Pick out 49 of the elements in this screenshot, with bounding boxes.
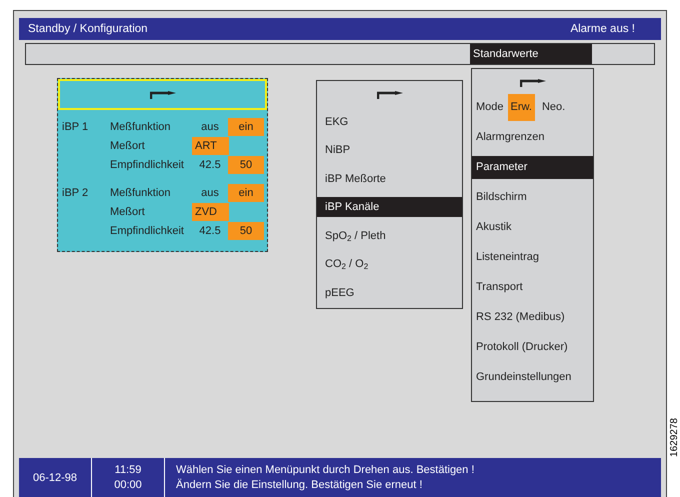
menu-item[interactable]: EKG xyxy=(317,112,462,132)
mode-option[interactable]: Erw. xyxy=(508,94,535,121)
menu-item[interactable]: Mode xyxy=(476,96,504,119)
setting-label: Meßort xyxy=(109,205,146,220)
return-arrow-icon xyxy=(376,91,402,99)
setting-option[interactable]: ein xyxy=(228,184,264,202)
menu-tab[interactable]: Standarwerte xyxy=(470,44,592,64)
setting-label: Meßfunktion xyxy=(109,120,172,135)
menu-item[interactable]: pEEG xyxy=(317,282,462,302)
status-time: 11:59 xyxy=(114,462,142,478)
setting-option[interactable]: 42.5 xyxy=(192,222,228,240)
menu-item[interactable]: iBP Kanäle xyxy=(317,197,462,217)
setting-label: Empfindlichkeit xyxy=(109,158,185,173)
setting-label: Empfindlichkeit xyxy=(109,224,185,239)
menu-item[interactable]: Parameter xyxy=(472,156,593,179)
return-arrow-icon xyxy=(520,79,546,87)
figure-number: 1629278 xyxy=(669,418,680,457)
setting-label: Meßfunktion xyxy=(109,186,172,201)
menu-item[interactable]: SpO$_{2}$ / Pleth xyxy=(317,226,462,246)
setting-option[interactable]: 42.5 xyxy=(192,156,228,174)
menu-item[interactable]: Alarmgrenzen xyxy=(472,126,593,149)
setting-option[interactable]: ART xyxy=(192,137,229,155)
menu-item[interactable]: NiBP xyxy=(317,140,462,160)
alarm-status: Alarme aus ! xyxy=(570,23,635,35)
channel-label: iBP 1 xyxy=(61,120,90,135)
status-message: Wählen Sie einen Menüpunkt durch Drehen aus. Bestätigen ! xyxy=(176,462,474,478)
menu-item[interactable]: Listeneintrag xyxy=(472,246,593,269)
window-title: Standby / Konfiguration xyxy=(28,23,148,35)
status-message: Ändern Sie die Einstellung. Bestätigen Sie erneut ! xyxy=(176,478,424,492)
status-date: 06-12-98 xyxy=(19,458,92,497)
return-arrow-icon xyxy=(150,90,176,98)
menu-item[interactable]: RS 232 (Medibus) xyxy=(472,306,593,329)
menu-item[interactable]: Protokoll (Drucker) xyxy=(472,336,593,359)
channel-label: iBP 2 xyxy=(61,186,90,201)
setting-option[interactable]: 50 xyxy=(228,156,264,174)
status-time: 00:00 xyxy=(114,478,142,492)
menu-item[interactable]: Transport xyxy=(472,276,593,299)
setting-option[interactable]: ein xyxy=(228,118,264,136)
setting-option[interactable]: aus xyxy=(192,118,228,136)
setting-label: Meßort xyxy=(109,139,146,154)
menu-item[interactable]: Bildschirm xyxy=(472,186,593,209)
mode-option[interactable]: Neo. xyxy=(538,94,568,121)
menu-item[interactable]: iBP Meßorte xyxy=(317,168,462,188)
menu-item[interactable]: Grundeinstellungen xyxy=(472,366,593,389)
menu-item[interactable]: Akustik xyxy=(472,216,593,239)
menu-item[interactable]: CO$_{2}$ / O$_{2}$ xyxy=(317,254,462,274)
setting-option[interactable]: aus xyxy=(192,184,228,202)
setting-option[interactable]: 50 xyxy=(228,222,264,240)
setting-option[interactable]: ZVD xyxy=(192,203,229,221)
